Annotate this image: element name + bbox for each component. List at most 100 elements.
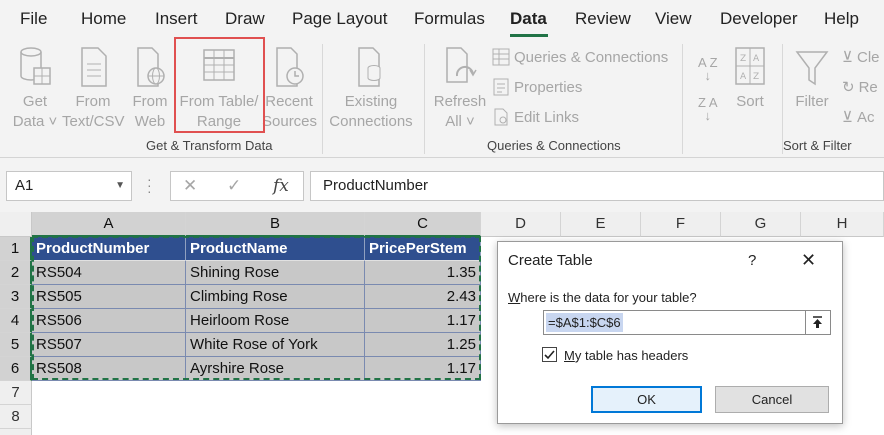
row-header-6[interactable]: 6 — [0, 357, 32, 381]
cell-b4[interactable]: Heirloom Rose — [186, 309, 365, 333]
column-header-d[interactable]: D — [481, 212, 561, 237]
sort-arrow-down-icon: ↓ — [704, 108, 712, 123]
cell-c6[interactable]: 1.17 — [365, 357, 481, 381]
document-icon — [81, 47, 107, 87]
row-header-5[interactable]: 5 — [0, 333, 32, 357]
tab-developer[interactable]: Developer — [720, 9, 798, 29]
tab-formulas[interactable]: Formulas — [414, 9, 485, 29]
tab-data[interactable]: Data — [510, 9, 547, 29]
filter-button[interactable]: Filter — [790, 46, 834, 112]
tab-home[interactable]: Home — [81, 9, 126, 29]
ribbon: Get Data ˅ From Text/CSV From Web From T… — [0, 38, 884, 158]
tab-insert[interactable]: Insert — [155, 9, 198, 29]
tab-page-layout[interactable]: Page Layout — [292, 9, 387, 29]
row-header-3[interactable]: 3 — [0, 285, 32, 309]
ribbon-separator — [424, 44, 425, 154]
ok-button[interactable]: OK — [591, 386, 702, 413]
reapply-icon: ↻ — [842, 79, 855, 96]
row-header-8[interactable]: 8 — [0, 405, 32, 429]
row-header-2[interactable]: 2 — [0, 261, 32, 285]
cell-c3[interactable]: 2.43 — [365, 285, 481, 309]
cell-c2[interactable]: 1.35 — [365, 261, 481, 285]
select-all-corner[interactable] — [0, 212, 32, 237]
from-web-button[interactable]: From Web — [128, 46, 172, 132]
row-header-9[interactable]: 9 — [0, 429, 32, 435]
properties-button[interactable]: Properties — [492, 78, 582, 96]
from-web-label-1: From — [132, 93, 168, 110]
formula-buttons: ✕ ✓ fx — [170, 171, 304, 201]
name-box[interactable]: A1 ▼ — [6, 171, 132, 201]
sort-button[interactable]: Z A A Z Sort — [728, 46, 772, 112]
recent-sources-button[interactable]: Recent Sources — [262, 46, 317, 132]
column-header-a[interactable]: A — [32, 212, 186, 237]
cell-c1[interactable]: PricePerStem — [365, 237, 481, 261]
cell-b5[interactable]: White Rose of York — [186, 333, 365, 357]
has-headers-accelerator: M — [564, 348, 575, 363]
cell-c4[interactable]: 1.17 — [365, 309, 481, 333]
clock-document-icon — [276, 47, 304, 87]
reapply-label: Re — [858, 78, 878, 96]
tab-draw[interactable]: Draw — [225, 9, 265, 29]
cell-b3[interactable]: Climbing Rose — [186, 285, 365, 309]
row-header-4[interactable]: 4 — [0, 309, 32, 333]
cell-a5[interactable]: RS507 — [32, 333, 186, 357]
web-document-icon — [137, 47, 165, 87]
cancel-icon[interactable]: ✕ — [183, 176, 197, 196]
cell-b1[interactable]: ProductName — [186, 237, 365, 261]
sort-a-to-z-button[interactable]: A Z ↓ — [698, 56, 718, 82]
tab-review[interactable]: Review — [575, 9, 631, 29]
get-data-button[interactable]: Get Data ˅ — [10, 46, 60, 132]
insert-function-icon[interactable]: fx — [273, 176, 289, 196]
from-text-csv-button[interactable]: From Text/CSV — [62, 46, 125, 132]
filter-label: Filter — [795, 93, 829, 110]
column-header-g[interactable]: G — [721, 212, 801, 237]
cell-c5[interactable]: 1.25 — [365, 333, 481, 357]
ribbon-separator — [322, 44, 323, 154]
column-header-e[interactable]: E — [561, 212, 641, 237]
recent-sources-label-1: Recent — [265, 93, 313, 110]
svg-text:A: A — [753, 54, 760, 64]
sort-z-to-a-button[interactable]: Z A ↓ — [698, 96, 718, 122]
reapply-button[interactable]: ↻ Re — [842, 78, 878, 97]
get-data-label-2: Data ˅ — [12, 113, 58, 130]
column-header-b[interactable]: B — [186, 212, 365, 237]
range-prompt-label: Where is the data for your table? — [508, 290, 697, 305]
more-options-icon[interactable]: · · · — [147, 172, 152, 198]
has-headers-label[interactable]: My table has headers — [564, 348, 688, 363]
cancel-button[interactable]: Cancel — [715, 386, 829, 413]
cell-b2[interactable]: Shining Rose — [186, 261, 365, 285]
enter-icon[interactable]: ✓ — [227, 176, 241, 196]
tab-help[interactable]: Help — [824, 9, 859, 29]
close-icon[interactable]: ✕ — [801, 250, 816, 271]
cell-a1[interactable]: ProductNumber — [32, 237, 186, 261]
cell-a6[interactable]: RS508 — [32, 357, 186, 381]
row-header-7[interactable]: 7 — [0, 381, 32, 405]
properties-icon — [493, 78, 509, 96]
cell-a2[interactable]: RS504 — [32, 261, 186, 285]
collapse-dialog-button[interactable] — [805, 311, 830, 334]
formula-input[interactable]: ProductNumber — [310, 171, 884, 201]
advanced-button[interactable]: ⊻ Ac — [842, 108, 875, 127]
queries-connections-button[interactable]: Queries & Connections — [492, 48, 668, 66]
range-value: =$A$1:$C$6 — [546, 313, 623, 332]
checkmark-icon — [544, 350, 555, 360]
tab-view[interactable]: View — [655, 9, 692, 29]
column-header-f[interactable]: F — [641, 212, 721, 237]
has-headers-checkbox[interactable] — [542, 347, 557, 362]
help-icon[interactable]: ? — [748, 252, 756, 269]
tab-file[interactable]: File — [20, 9, 47, 29]
existing-connections-button[interactable]: Existing Connections — [328, 46, 414, 132]
from-text-label-1: From — [75, 93, 111, 110]
range-input[interactable]: =$A$1:$C$6 — [543, 310, 831, 335]
edit-links-button[interactable]: Edit Links — [492, 108, 579, 126]
column-header-c[interactable]: C — [365, 212, 481, 237]
cell-a3[interactable]: RS505 — [32, 285, 186, 309]
highlight-box — [174, 37, 265, 133]
chevron-down-icon[interactable]: ▼ — [115, 180, 125, 191]
cell-a4[interactable]: RS506 — [32, 309, 186, 333]
cell-b6[interactable]: Ayrshire Rose — [186, 357, 365, 381]
refresh-all-button[interactable]: Refresh All ˅ — [432, 46, 488, 132]
row-header-1[interactable]: 1 — [0, 237, 32, 261]
column-header-h[interactable]: H — [801, 212, 884, 237]
clear-button[interactable]: ⊻ Cle — [842, 48, 880, 67]
